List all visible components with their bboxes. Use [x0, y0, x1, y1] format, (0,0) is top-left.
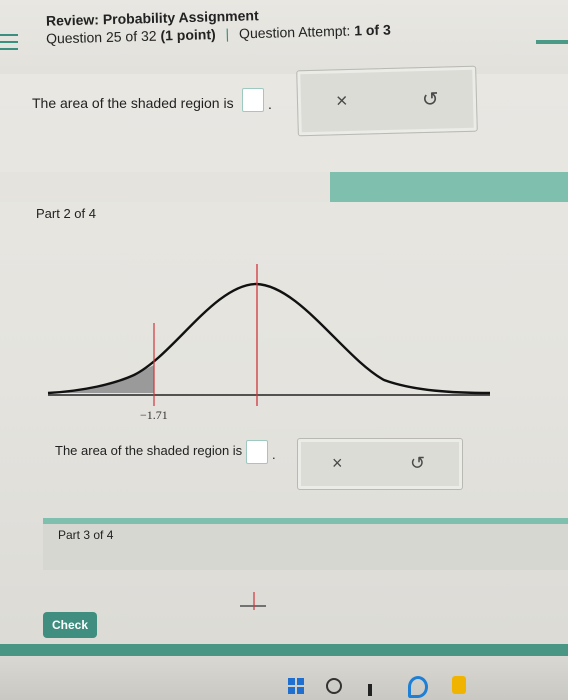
windows-icon[interactable]: [288, 678, 304, 694]
part2-area-text: The area of the shaded region is: [55, 443, 243, 458]
bell-curve: [47, 282, 491, 395]
section-divider: [0, 172, 568, 202]
part1-tool-panel: × ↺: [296, 65, 478, 137]
edge-icon[interactable]: [408, 676, 428, 698]
clear-icon[interactable]: ×: [332, 453, 343, 474]
search-icon[interactable]: [326, 678, 342, 694]
screen: Review: Probability Assignment Question …: [0, 0, 568, 700]
part1-answer-input[interactable]: [242, 88, 264, 112]
header: Review: Probability Assignment Question …: [0, 0, 568, 74]
undo-icon[interactable]: ↺: [422, 87, 439, 112]
part3-section: [43, 518, 568, 570]
file-explorer-icon[interactable]: [452, 676, 466, 694]
header-accent: [536, 40, 568, 44]
question-number: Question 25 of 32: [45, 27, 157, 47]
check-button[interactable]: Check: [43, 612, 97, 638]
part1-area-text: The area of the shaded region is: [32, 95, 234, 111]
cutoff-tick-label: −1.71: [140, 408, 168, 422]
attempt-label: Question Attempt:: [238, 22, 351, 42]
header-separator: |: [225, 25, 230, 42]
menu-icon[interactable]: [0, 34, 22, 58]
footer-band: [0, 644, 568, 656]
part2-label: Part 2 of 4: [36, 206, 96, 221]
shaded-left-tail: [48, 365, 154, 393]
part2-tool-panel: × ↺: [297, 438, 463, 490]
question-points: (1 point): [160, 26, 216, 44]
attempt-value: 1 of 3: [353, 21, 391, 39]
clear-icon[interactable]: ×: [336, 90, 348, 113]
normal-curve-chart: −1.71: [47, 264, 491, 422]
axis-tick-fragment: [240, 592, 266, 610]
undo-icon[interactable]: ↺: [410, 453, 425, 474]
taskview-icon[interactable]: [368, 684, 372, 696]
part2-answer-input[interactable]: [246, 440, 268, 464]
taskbar: [0, 656, 568, 700]
part2-period: .: [272, 447, 276, 462]
part3-label: Part 3 of 4: [58, 528, 114, 542]
part1-period: .: [268, 96, 272, 112]
